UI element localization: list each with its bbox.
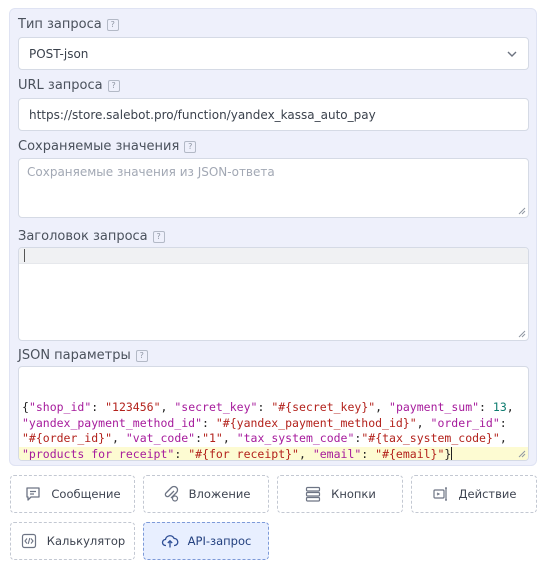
json-token: : [499, 415, 507, 430]
json-token: "#{secret_key}" [271, 400, 376, 415]
json-token: "123456" [105, 400, 161, 415]
json-params-label: JSON параметры ? [18, 348, 148, 363]
help-icon[interactable]: ? [184, 140, 197, 153]
request-header-label: Заголовок запроса ? [18, 229, 165, 244]
json-token: , [375, 400, 390, 415]
url-label: URL запроса ? [18, 78, 120, 93]
json-token: , [499, 431, 507, 446]
resize-grip-icon[interactable] [517, 206, 526, 215]
message-icon [26, 487, 41, 501]
json-token: , [298, 446, 313, 461]
json-token: : [202, 415, 216, 430]
request-header-editor[interactable] [18, 247, 529, 341]
help-icon[interactable]: ? [107, 79, 120, 92]
request-type-select[interactable]: POST-json [18, 37, 529, 70]
json-token: "vat_code" [125, 431, 196, 446]
json-token: "products_for_receipt" [22, 446, 175, 461]
chevron-down-icon [507, 51, 517, 57]
json-token: , [222, 431, 237, 446]
json-token: "tax_system_code" [236, 431, 355, 446]
text-cursor [24, 249, 25, 262]
json-token: , [160, 400, 175, 415]
json-token: "#{tax_system_code}" [361, 431, 500, 446]
resize-grip-icon[interactable] [517, 329, 526, 338]
json-token: : [361, 446, 376, 461]
json-params-editor[interactable]: {"shop_id": "123456", "secret_key": "#{s… [18, 366, 529, 461]
json-token: "order_id" [430, 415, 500, 430]
json-code-line: "#{order_id}", "vat_code":"1", "tax_syst… [22, 431, 525, 447]
json-token: { [22, 400, 29, 415]
json-token: "yandex_payment_method_id" [22, 415, 203, 430]
attachment-icon [164, 485, 178, 502]
json-token: 13 [492, 400, 507, 415]
saved-values-placeholder: Сохраняемые значения из JSON-ответа [27, 165, 275, 179]
json-token: : [479, 400, 493, 415]
block-action-button[interactable]: Действие [411, 475, 537, 513]
json-token: "email" [312, 446, 362, 461]
json-token: : [91, 400, 106, 415]
json-token: : [257, 400, 272, 415]
action-icon [432, 487, 447, 501]
url-value: https://store.salebot.pro/function/yande… [29, 108, 376, 122]
code-icon [21, 533, 36, 549]
buttons-icon [306, 486, 321, 502]
json-token: , [416, 415, 431, 430]
json-code-line: {"shop_id": "123456", "secret_key": "#{s… [22, 400, 525, 416]
api-request-settings-panel: Тип запроса ? POST-json URL запроса ? ht… [9, 8, 537, 466]
json-token: "#{email}" [375, 446, 445, 461]
json-token: "#{yandex_payment_method_id}" [215, 415, 417, 430]
saved-values-textarea[interactable]: Сохраняемые значения из JSON-ответа [18, 158, 529, 218]
block-api-request-button[interactable]: API-запрос [143, 522, 269, 560]
json-token: } [444, 446, 452, 461]
help-icon[interactable]: ? [152, 230, 165, 243]
saved-values-label: Сохраняемые значения ? [18, 139, 197, 154]
json-token: "1" [202, 431, 223, 446]
json-token: "payment_sum" [389, 400, 480, 415]
request-type-value: POST-json [29, 47, 89, 61]
help-icon[interactable]: ? [135, 349, 148, 362]
resize-grip-icon[interactable] [517, 449, 526, 458]
block-buttons-button[interactable]: Кнопки [277, 475, 403, 513]
json-code-line: "products_for_receipt": "#{for_receipt}"… [19, 446, 528, 461]
json-token: "secret_key" [174, 400, 258, 415]
json-code-line: "yandex_payment_method_id": "#{yandex_pa… [22, 416, 525, 432]
json-token: "#{for_receipt}" [188, 446, 299, 461]
request-type-label: Тип запроса ? [18, 17, 119, 32]
json-token: : [174, 446, 189, 461]
cloud-upload-icon [161, 535, 179, 548]
block-calculator-button[interactable]: Калькулятор [10, 522, 135, 560]
text-cursor [451, 446, 453, 460]
json-token: "shop_id" [28, 400, 92, 415]
editor-active-line [19, 248, 528, 264]
json-token: "#{order_id}" [22, 431, 113, 446]
json-token: , [112, 431, 126, 446]
json-token: , [506, 400, 514, 415]
help-icon[interactable]: ? [106, 18, 119, 31]
url-input[interactable]: https://store.salebot.pro/function/yande… [18, 98, 529, 131]
block-attachment-button[interactable]: Вложение [143, 475, 269, 513]
block-message-button[interactable]: Сообщение [10, 475, 135, 513]
